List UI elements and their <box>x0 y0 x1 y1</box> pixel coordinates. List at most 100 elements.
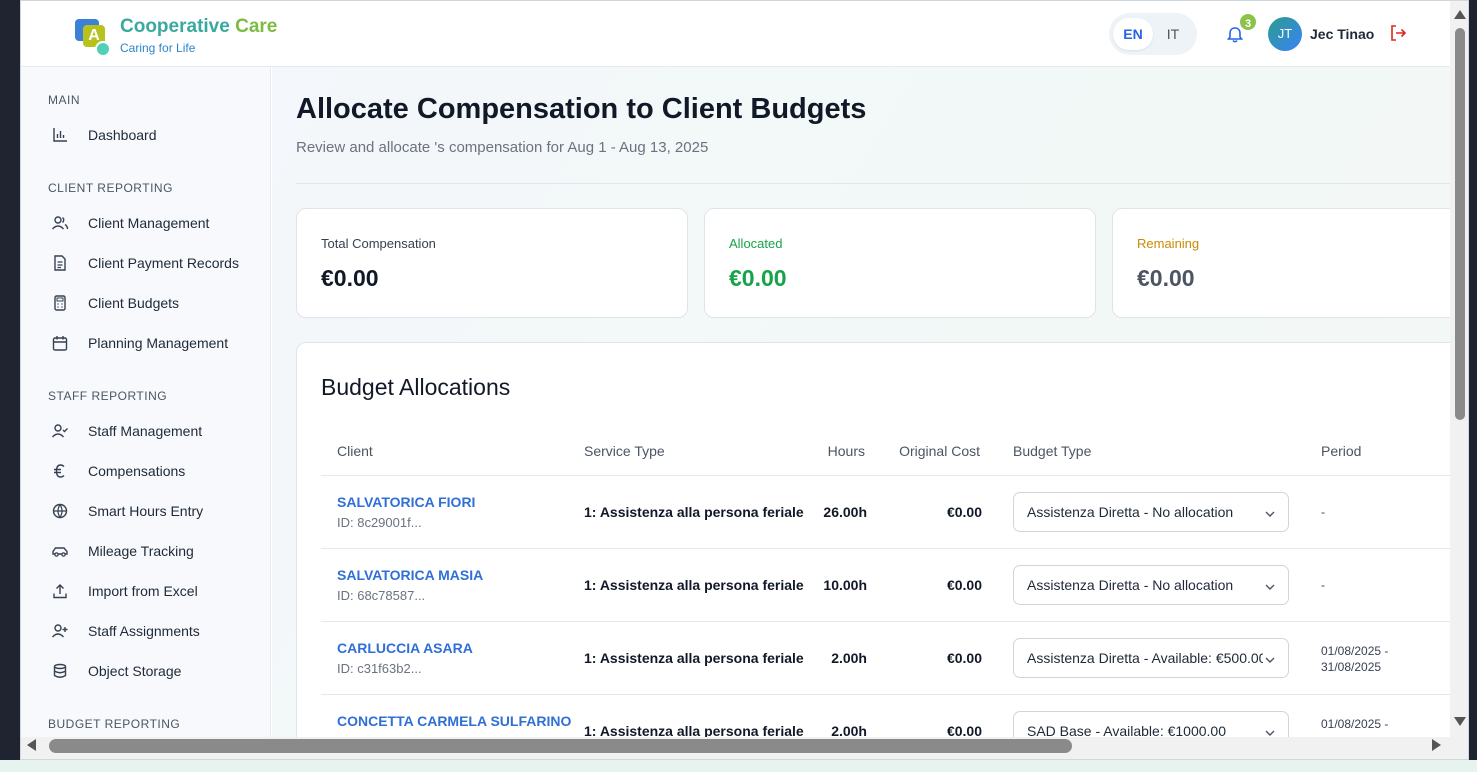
top-header: A Cooperative Care Caring for Life EN IT… <box>21 1 1468 67</box>
service-type: 1: Assistenza alla persona feriale <box>584 650 804 666</box>
period: - <box>1321 505 1325 519</box>
period: 01/08/2025 - 31/08/2025 <box>1321 643 1388 675</box>
original-cost: €0.00 <box>946 577 982 593</box>
client-name-link[interactable]: CARLUCCIA ASARA <box>337 640 473 656</box>
user-name[interactable]: Jec Tinao <box>1310 26 1374 42</box>
column-header-client: Client <box>337 443 373 459</box>
brand-title: Cooperative Care <box>120 16 277 38</box>
lang-en-button[interactable]: EN <box>1113 18 1153 50</box>
original-cost: €0.00 <box>946 504 982 520</box>
notification-badge: 3 <box>1238 12 1258 32</box>
column-header-budget-type: Budget Type <box>1013 443 1092 459</box>
sidebar-item-label: Dashboard <box>88 127 157 143</box>
calculator-icon <box>51 294 69 312</box>
total-compensation-card: Total Compensation €0.00 <box>296 208 688 318</box>
sidebar-item-planning-management[interactable]: Planning Management <box>51 327 261 359</box>
language-switcher: EN IT <box>1109 13 1197 55</box>
sidebar-item-dashboard[interactable]: Dashboard <box>51 119 261 151</box>
budget-type-select[interactable]: SAD Base - Available: €1000.00 <box>1013 711 1289 737</box>
client-name-link[interactable]: CONCETTA CARMELA SULFARINO <box>337 713 571 729</box>
calendar-icon <box>51 334 69 352</box>
sidebar-item-staff-management[interactable]: Staff Management <box>51 415 261 447</box>
scroll-right-arrow-icon[interactable] <box>1432 739 1441 751</box>
table-row: CARLUCCIA ASARA ID: c31f63b2... 1: Assis… <box>321 622 1450 695</box>
logout-icon[interactable] <box>1388 23 1408 43</box>
allocated-card: Allocated €0.00 <box>704 208 1096 318</box>
service-type: 1: Assistenza alla persona feriale <box>584 577 804 593</box>
table-row: CONCETTA CARMELA SULFARINO 1: Assistenza… <box>321 695 1450 737</box>
scroll-down-arrow-icon[interactable] <box>1454 717 1466 726</box>
budget-type-select[interactable]: Assistenza Diretta - No allocation <box>1013 565 1289 605</box>
sidebar: MAIN Dashboard CLIENT REPORTING Client M… <box>21 67 271 737</box>
budget-type-select[interactable]: Assistenza Diretta - No allocation <box>1013 492 1289 532</box>
original-cost: €0.00 <box>946 650 982 666</box>
users-icon <box>51 214 69 232</box>
sidebar-item-compensations[interactable]: Compensations <box>51 455 261 487</box>
client-id: ID: 8c29001f... <box>337 515 422 530</box>
brand-title-part1: Cooperative <box>120 16 230 37</box>
page-title: Allocate Compensation to Client Budgets <box>296 93 867 125</box>
sidebar-section-main: MAIN <box>48 93 80 107</box>
remaining-card: Remaining €0.00 <box>1112 208 1450 318</box>
hours: 10.00h <box>823 577 867 593</box>
service-type: 1: Assistenza alla persona feriale <box>584 723 804 737</box>
sidebar-item-label: Planning Management <box>88 335 229 351</box>
remaining-value: €0.00 <box>1137 265 1195 291</box>
sidebar-item-client-budgets[interactable]: Client Budgets <box>51 287 261 319</box>
sidebar-item-staff-assignments[interactable]: Staff Assignments <box>51 615 261 647</box>
table-row: SALVATORICA MASIA ID: 68c78587... 1: Ass… <box>321 549 1450 622</box>
column-header-hours: Hours <box>827 443 865 459</box>
lang-it-button[interactable]: IT <box>1153 18 1193 50</box>
horizontal-scrollbar-thumb[interactable] <box>49 739 1072 753</box>
divider <box>296 183 1450 184</box>
sidebar-item-label: Client Payment Records <box>88 255 239 271</box>
hours: 2.00h <box>831 723 867 737</box>
column-header-service-type: Service Type <box>584 443 665 459</box>
sidebar-section-staff-reporting: STAFF REPORTING <box>48 389 168 403</box>
euro-icon <box>51 462 69 480</box>
period-end: 31/08/2025 <box>1321 660 1382 674</box>
sidebar-item-import-from-excel[interactable]: Import from Excel <box>51 575 261 607</box>
budget-type-value: SAD Base - Available: €1000.00 <box>1027 723 1226 737</box>
chevron-down-icon <box>1264 653 1276 665</box>
client-id: ID: c31f63b2... <box>337 661 422 676</box>
sidebar-section-budget-reporting: BUDGET REPORTING <box>48 717 181 731</box>
client-id: ID: 68c78587... <box>337 588 426 603</box>
sidebar-item-label: Smart Hours Entry <box>88 503 204 519</box>
column-header-period: Period <box>1321 443 1362 459</box>
database-icon <box>51 662 69 680</box>
sidebar-item-smart-hours-entry[interactable]: Smart Hours Entry <box>51 495 261 527</box>
sidebar-section-client-reporting: CLIENT REPORTING <box>48 181 173 195</box>
vertical-scrollbar-thumb[interactable] <box>1455 28 1465 420</box>
client-name-link[interactable]: SALVATORICA FIORI <box>337 494 475 510</box>
allocated-label: Allocated <box>729 236 783 251</box>
hours: 2.00h <box>831 650 867 666</box>
sidebar-item-label: Staff Assignments <box>88 623 200 639</box>
avatar[interactable]: JT <box>1268 17 1302 51</box>
sidebar-item-mileage-tracking[interactable]: Mileage Tracking <box>51 535 261 567</box>
service-type: 1: Assistenza alla persona feriale <box>584 504 804 520</box>
car-icon <box>51 542 69 560</box>
brand-logo-icon[interactable]: A <box>73 15 115 57</box>
sidebar-item-client-management[interactable]: Client Management <box>51 207 261 239</box>
main-content: Allocate Compensation to Client Budgets … <box>272 67 1450 737</box>
sidebar-item-object-storage[interactable]: Object Storage <box>51 655 261 687</box>
table-row: SALVATORICA FIORI ID: 8c29001f... 1: Ass… <box>321 476 1450 549</box>
client-name-link[interactable]: SALVATORICA MASIA <box>337 567 483 583</box>
scroll-left-arrow-icon[interactable] <box>27 739 36 751</box>
chevron-down-icon <box>1264 726 1276 737</box>
period-start: 01/08/2025 - <box>1321 644 1389 658</box>
sidebar-item-label: Object Storage <box>88 663 182 679</box>
remaining-label: Remaining <box>1137 236 1200 251</box>
brand-title-part2: Care <box>235 16 278 37</box>
budget-type-value: Assistenza Diretta - No allocation <box>1027 504 1234 520</box>
total-compensation-value: €0.00 <box>321 265 379 291</box>
brand-tagline: Caring for Life <box>120 41 196 55</box>
app-window: A Cooperative Care Caring for Life EN IT… <box>20 0 1469 760</box>
scroll-up-arrow-icon[interactable] <box>1454 10 1466 19</box>
sidebar-item-client-payment-records[interactable]: Client Payment Records <box>51 247 261 279</box>
budget-type-value: Assistenza Diretta - Available: €500.00 <box>1027 650 1263 666</box>
budget-type-select[interactable]: Assistenza Diretta - Available: €500.00 <box>1013 638 1289 678</box>
document-icon <box>51 254 69 272</box>
sidebar-item-label: Client Budgets <box>88 295 180 311</box>
